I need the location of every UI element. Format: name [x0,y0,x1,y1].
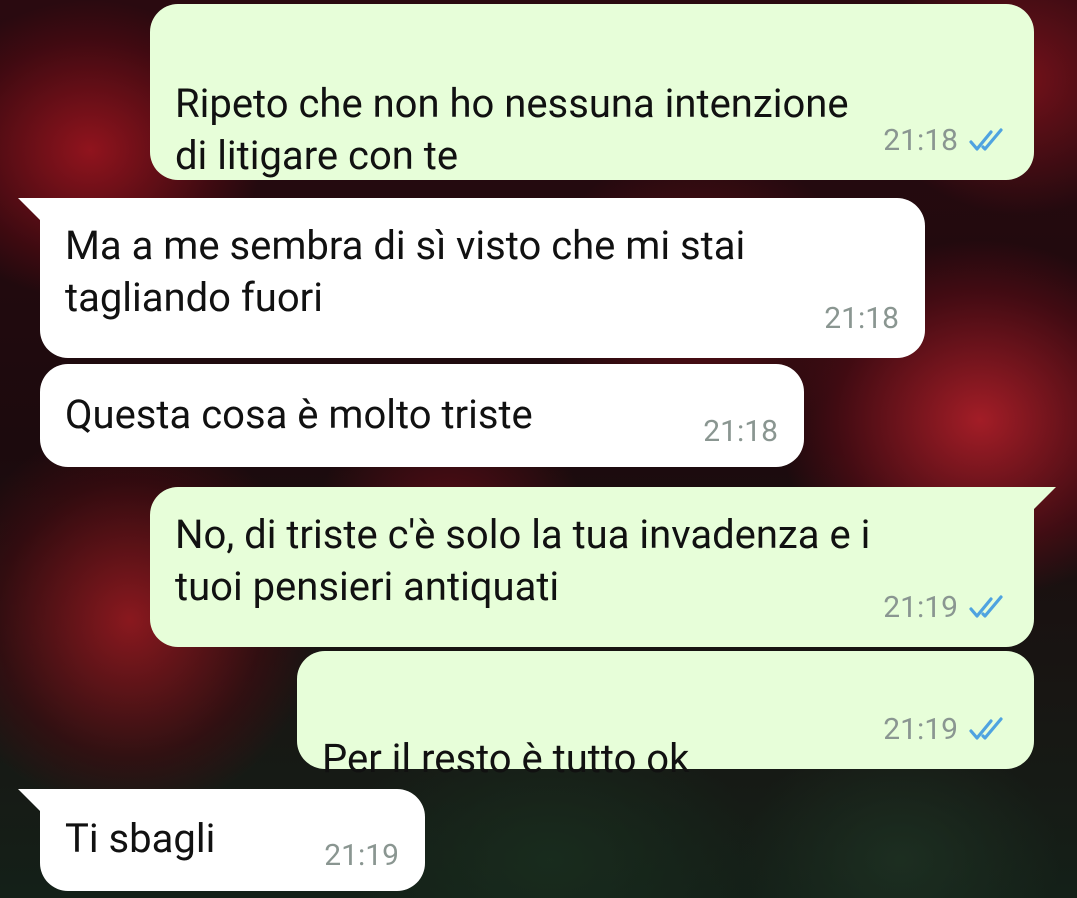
message-meta: 21:18 [703,415,778,449]
message-bubble-outgoing[interactable]: Ripeto che non ho nessuna intenzione di … [150,4,1034,290]
message-time: 21:18 [883,123,958,158]
bubble-tail [18,789,40,811]
message-text: Ti sbagli [65,815,216,862]
message-bubble-outgoing[interactable]: Per il resto è tutto ok 21:19 [297,651,1034,882]
message-bubble-incoming[interactable]: Questa cosa è molto triste 21:18 [40,364,804,467]
message-meta: 21:19 [883,713,1008,747]
message-meta: 21:18 [824,302,899,336]
message-bubble-incoming[interactable]: Ti sbagli 21:19 [18,789,425,891]
message-meta: 21:19 [324,839,399,873]
message-text: Questa cosa è molto triste [65,391,533,438]
double-check-read-icon [968,717,1008,743]
bubble-tail [1034,487,1056,509]
message-time: 21:18 [703,414,778,449]
message-meta: 21:19 [883,591,1008,625]
message-bubble-incoming[interactable]: Ma a me sembra di sì visto che mi stai t… [18,198,925,358]
message-text: No, di triste c'è solo la tua invadenza … [175,511,871,610]
message-time: 21:18 [824,301,899,336]
message-bubble-outgoing[interactable]: No, di triste c'è solo la tua invadenza … [150,487,1056,647]
message-time: 21:19 [883,712,958,747]
message-time: 21:19 [883,590,958,625]
double-check-read-icon [968,128,1008,154]
message-meta: 21:18 [883,124,1008,158]
message-time: 21:19 [324,838,399,873]
bubble-tail [18,198,40,220]
message-text: Ma a me sembra di sì visto che mi stai t… [65,222,746,321]
double-check-read-icon [968,595,1008,621]
